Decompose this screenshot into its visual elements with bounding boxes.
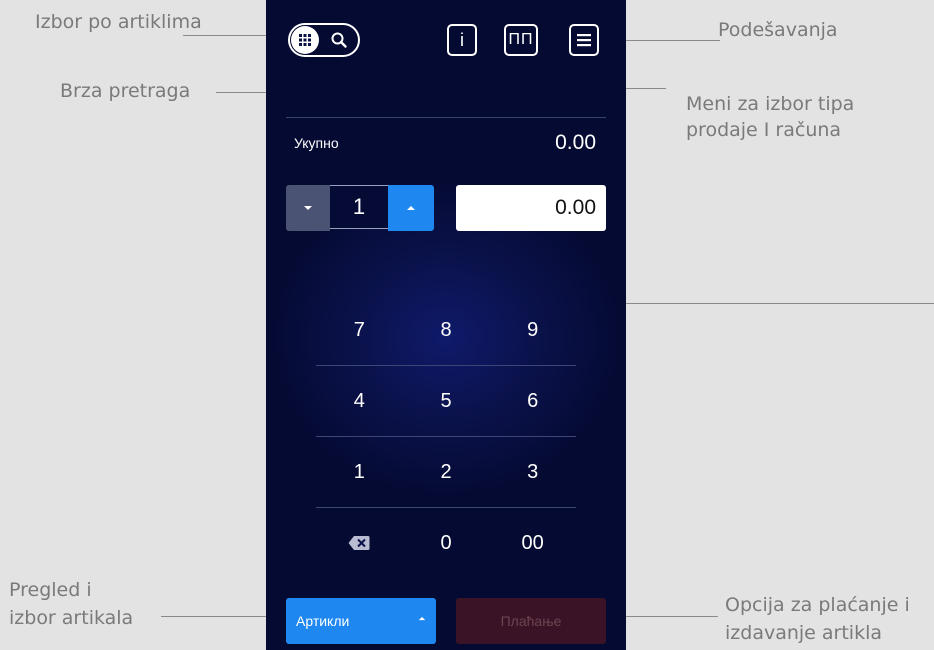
callout-line: [610, 40, 720, 41]
keypad-row: 7 8 9: [316, 295, 576, 365]
callout-pregled-line2: izbor artikala: [9, 607, 134, 629]
total-label: Укупно: [294, 135, 339, 151]
articles-label: Артикли: [296, 613, 350, 629]
keypad-grid-icon[interactable]: [291, 26, 319, 54]
key-3[interactable]: 3: [489, 437, 576, 507]
quantity-stepper: 1: [286, 185, 434, 231]
callout-meni-line2: prodaje I računa: [686, 119, 842, 141]
key-5[interactable]: 5: [403, 366, 490, 436]
callout-meni-line1: Meni za izbor tipa: [686, 93, 855, 115]
divider: [286, 117, 606, 118]
key-2[interactable]: 2: [403, 437, 490, 507]
settings-menu-button[interactable]: [569, 24, 599, 56]
increment-button[interactable]: [388, 185, 434, 231]
key-7[interactable]: 7: [316, 295, 403, 365]
total-value: 0.00: [555, 131, 596, 154]
key-0[interactable]: 0: [403, 508, 490, 578]
search-icon[interactable]: [330, 31, 348, 53]
info-button[interactable]: i: [447, 24, 477, 56]
key-6[interactable]: 6: [489, 366, 576, 436]
key-1[interactable]: 1: [316, 437, 403, 507]
callout-brza-pretraga: Brza pretraga: [60, 80, 191, 102]
backspace-icon: [348, 536, 370, 550]
keypad-row: 4 5 6: [316, 365, 576, 436]
key-9[interactable]: 9: [489, 295, 576, 365]
chevron-down-icon: [304, 206, 312, 210]
pos-screen: i ПП Укупно 0.00 1 0.00 7 8 9 4 5 6 1 2 …: [266, 0, 626, 650]
callout-line: [626, 616, 718, 617]
callout-podesavanja: Podešavanja: [718, 19, 838, 41]
chevron-up-icon: [407, 206, 415, 210]
chevron-up-icon: [418, 616, 426, 621]
quantity-field[interactable]: 1: [330, 185, 388, 229]
callout-line: [625, 303, 934, 304]
callout-pregled-line1: Pregled i: [9, 579, 92, 601]
numeric-keypad: 7 8 9 4 5 6 1 2 3 0 00: [316, 295, 576, 578]
payment-button[interactable]: Плаћање: [456, 598, 606, 644]
key-8[interactable]: 8: [403, 295, 490, 365]
callout-opcija-line1: Opcija za plaćanje i: [725, 594, 910, 616]
hamburger-icon: [577, 34, 591, 47]
key-00[interactable]: 00: [489, 508, 576, 578]
articles-button[interactable]: Артикли: [286, 598, 436, 644]
sale-type-menu-button[interactable]: ПП: [504, 24, 538, 56]
keypad-row: 0 00: [316, 507, 576, 578]
key-backspace[interactable]: [316, 508, 403, 578]
callout-opcija-line2: izdavanje artikla: [725, 622, 883, 644]
callout-izbor-po-artiklima: Izbor po artiklima: [35, 11, 202, 33]
key-4[interactable]: 4: [316, 366, 403, 436]
price-input[interactable]: 0.00: [456, 185, 606, 231]
keypad-row: 1 2 3: [316, 436, 576, 507]
mode-toggle[interactable]: [288, 23, 360, 57]
decrement-button[interactable]: [286, 185, 330, 231]
